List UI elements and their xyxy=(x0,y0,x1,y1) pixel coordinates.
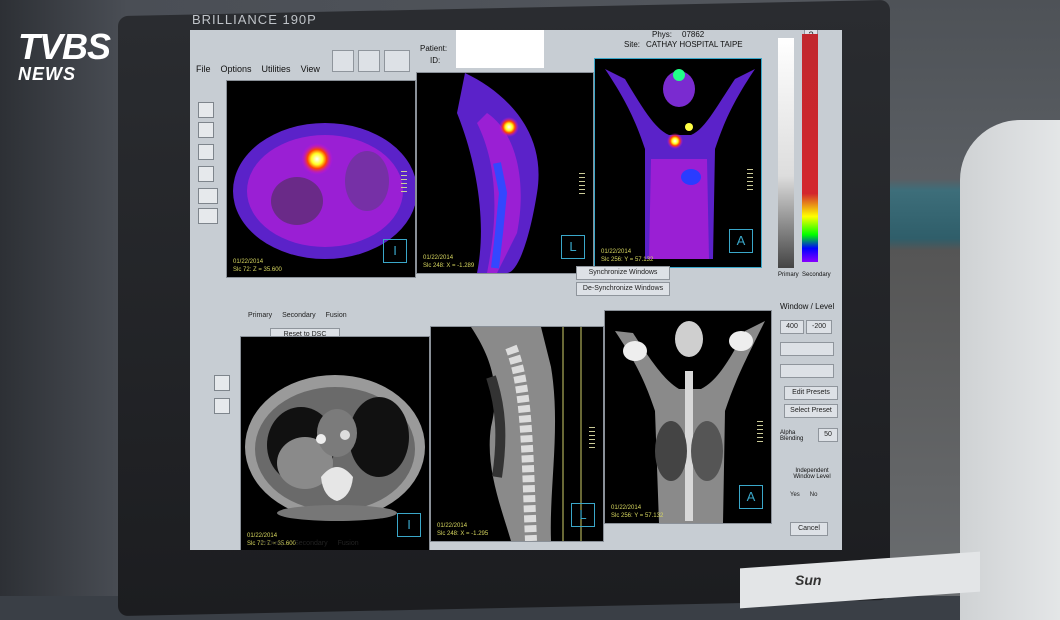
ct-axial-orientation: I xyxy=(397,513,421,537)
ct-sagittal-orientation: L xyxy=(571,503,595,527)
pet-axial-slice: Slc 72: Z = 35.600 xyxy=(233,267,282,273)
print-tool-icon[interactable] xyxy=(198,208,218,224)
menu-file[interactable]: File xyxy=(196,64,211,74)
pet-sagittal-scale xyxy=(579,173,585,195)
radio-secondary-bottom[interactable]: Secondary xyxy=(294,540,327,547)
ct-axial-date: 01/22/2014 xyxy=(247,533,278,539)
radio-fusion-bottom[interactable]: Fusion xyxy=(338,540,359,547)
pet-coronal-date: 01/22/2014 xyxy=(601,249,632,255)
radio-fusion-top[interactable]: Fusion xyxy=(326,312,347,319)
site-value: CATHAY HOSPITAL TAIPE xyxy=(646,40,743,49)
pet-sagittal-panel[interactable]: L 01/22/2014 Slc 248: X = -1.289 xyxy=(416,72,594,274)
patient-redaction xyxy=(456,30,544,68)
ct-sagittal-panel[interactable]: L 01/22/2014 Slc 248: X = -1.295 xyxy=(430,326,604,542)
pet-coronal-scale xyxy=(747,169,753,191)
logo-news: NEWS xyxy=(18,64,76,84)
ct-coronal-panel[interactable]: A 01/22/2014 Slc 256: Y = 57.132 xyxy=(604,310,772,524)
desynchronize-windows-button[interactable]: De-Synchronize Windows xyxy=(576,282,670,296)
tvbs-news-logo: TVBS NEWS xyxy=(18,26,111,85)
menu-options[interactable]: Options xyxy=(221,64,252,74)
pet-coronal-orientation: A xyxy=(729,229,753,253)
top-display-radio-group: Primary Secondary Fusion xyxy=(248,312,347,319)
site-label: Site: xyxy=(624,40,641,49)
review-button[interactable] xyxy=(358,50,380,72)
ct-coronal-scale xyxy=(757,421,763,443)
phys-label: Phys: xyxy=(652,30,673,39)
setup-button[interactable] xyxy=(332,50,354,72)
radio-secondary-top[interactable]: Secondary xyxy=(282,312,315,319)
pet-axial-panel[interactable]: I 01/22/2014 Slc 72: Z = 35.600 xyxy=(226,80,416,278)
zoom-tool-icon[interactable] xyxy=(198,102,214,118)
ct-sagittal-scale xyxy=(589,427,595,449)
link-tool-icon[interactable] xyxy=(214,375,230,391)
secondary-colorbar-label: Secondary xyxy=(802,272,831,278)
roi-tool-icon[interactable] xyxy=(198,166,214,182)
logo-tvbs: TVBS xyxy=(18,26,111,67)
patient-label: Patient: xyxy=(420,44,448,53)
radio-no[interactable]: No xyxy=(810,492,818,498)
level-value[interactable]: -200 xyxy=(806,320,832,334)
primary-colorbar-label: Primary xyxy=(778,272,799,278)
monitor-brand: BRILLIANCE 190P xyxy=(192,12,317,27)
cancel-button[interactable]: Cancel xyxy=(790,522,828,536)
pet-coronal-panel[interactable]: A 01/22/2014 Slc 256: Y = 57.132 xyxy=(594,58,762,268)
ct-sagittal-date: 01/22/2014 xyxy=(437,523,468,529)
copy-tool-icon[interactable] xyxy=(214,398,230,414)
pet-coronal-slice: Slc 256: Y = 57.132 xyxy=(601,257,654,263)
pet-sagittal-orientation: L xyxy=(561,235,585,259)
ct-coronal-orientation: A xyxy=(739,485,763,509)
person-white-coat xyxy=(960,120,1060,620)
independent-window-level-label: Independent Window Level xyxy=(793,468,831,480)
independent-radio-group: Yes No xyxy=(790,492,817,498)
synchronize-windows-button[interactable]: Synchronize Windows xyxy=(576,266,670,280)
window-tool-icon[interactable] xyxy=(198,144,214,160)
radio-primary-bottom[interactable]: Primary xyxy=(260,540,284,547)
pet-sagittal-date: 01/22/2014 xyxy=(423,255,454,261)
pan-tool-icon[interactable] xyxy=(198,122,214,138)
monitor-screen: Patient: ID: Phys: 07862 Site: CATHAY HO… xyxy=(190,30,842,550)
ct-sagittal-slice: Slc 248: X = -1.295 xyxy=(437,531,489,537)
radio-yes[interactable]: Yes xyxy=(790,492,800,498)
secondary-colorbar xyxy=(802,34,818,262)
phys-value: 07862 xyxy=(682,30,705,39)
pet-sagittal-slice: Slc 248: X = -1.289 xyxy=(423,263,475,269)
reset-tool-icon[interactable] xyxy=(198,188,218,204)
edit-presets-button[interactable]: Edit Presets xyxy=(784,386,838,400)
primary-colorbar xyxy=(778,38,794,268)
menu-bar: File Options Utilities View xyxy=(196,64,320,74)
alpha-blending-label: Alpha Blending xyxy=(780,430,804,442)
pet-axial-date: 01/22/2014 xyxy=(233,259,264,265)
menu-view[interactable]: View xyxy=(301,64,320,74)
sun-keyboard-logo: Sun xyxy=(795,572,822,588)
lut-dropdown[interactable] xyxy=(780,342,834,356)
select-preset-button[interactable]: Select Preset xyxy=(784,404,838,418)
ct-coronal-slice: Slc 256: Y = 57.132 xyxy=(611,513,664,519)
alpha-value[interactable]: 50 xyxy=(818,428,838,442)
ct-coronal-date: 01/22/2014 xyxy=(611,505,642,511)
window-value[interactable]: 400 xyxy=(780,320,804,334)
menu-utilities[interactable]: Utilities xyxy=(262,64,291,74)
window-level-label: Window / Level xyxy=(780,302,835,311)
bottom-display-radio-group: Primary Secondary Fusion xyxy=(260,540,359,547)
pet-axial-orientation: I xyxy=(383,239,407,263)
radio-primary-top[interactable]: Primary xyxy=(248,312,272,319)
analysis-button[interactable] xyxy=(384,50,410,72)
id-label: ID: xyxy=(430,56,441,65)
ct-axial-panel[interactable]: I 01/22/2014 Slc 72: Z = 35.600 xyxy=(240,336,430,550)
range-dropdown[interactable] xyxy=(780,364,834,378)
pet-axial-scale xyxy=(401,171,407,193)
